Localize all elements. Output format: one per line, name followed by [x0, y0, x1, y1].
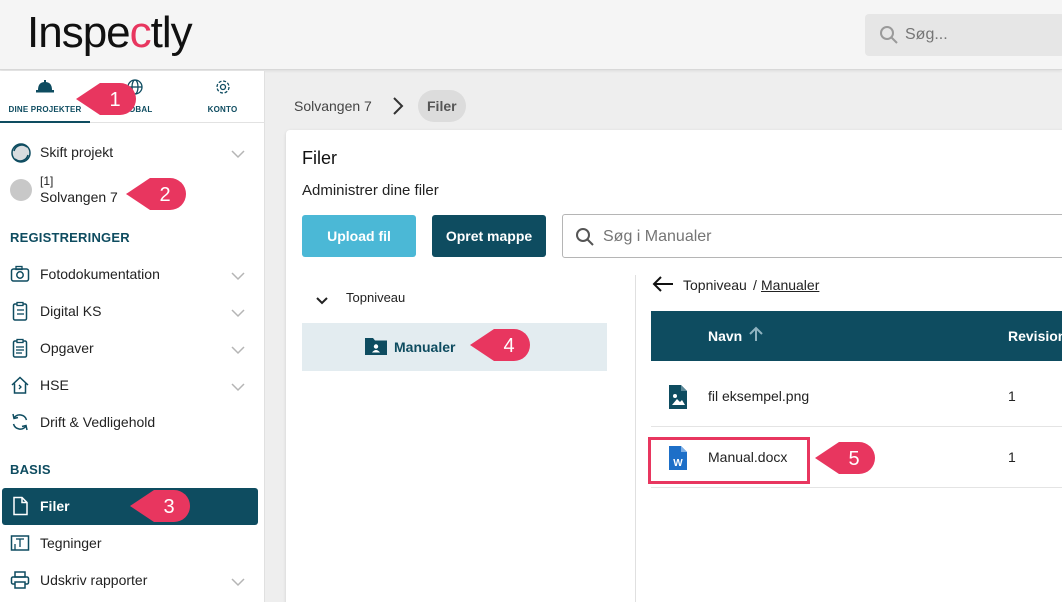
- column-name-header[interactable]: Navn: [708, 328, 742, 344]
- sidebar-item-digital-ks[interactable]: Digital KS: [0, 294, 265, 328]
- chevron-down-icon: [231, 268, 245, 286]
- files-panel: Filer Administrer dine filer Upload fil …: [286, 130, 1062, 602]
- sidebar-item-label: Tegninger: [40, 535, 102, 551]
- sidebar-item-label: Udskriv rapporter: [40, 572, 148, 588]
- sidebar-item-label: Drift & Vedligehold: [40, 414, 156, 430]
- page-subtitle: Administrer dine filer: [302, 182, 439, 199]
- global-search[interactable]: [865, 14, 1062, 56]
- house-icon: [10, 375, 30, 395]
- callout-number: 4: [503, 335, 515, 357]
- printer-icon: [10, 570, 30, 590]
- chevron-down-icon: [316, 293, 328, 308]
- path-root[interactable]: Topniveau: [683, 277, 747, 293]
- callout-2: 2: [124, 175, 186, 213]
- callout-number: 1: [109, 89, 121, 111]
- folder-search[interactable]: [562, 214, 1062, 258]
- create-folder-button[interactable]: Opret mappe: [432, 215, 546, 257]
- table-row[interactable]: fil eksempel.png 1: [651, 367, 1062, 427]
- back-arrow-icon[interactable]: [652, 276, 674, 295]
- image-file-icon: [668, 384, 688, 415]
- callout-number: 2: [159, 184, 171, 206]
- file-revision: 1: [1008, 449, 1016, 465]
- sidebar-item-udskriv-rapporter[interactable]: Udskriv rapporter: [0, 563, 265, 597]
- page-title: Filer: [302, 148, 337, 168]
- folder-search-input[interactable]: [603, 224, 1003, 250]
- tree-root-label: Topniveau: [346, 290, 406, 305]
- inspectly-logo[interactable]: Inspectly: [27, 8, 193, 58]
- project-number: [1]: [40, 174, 54, 188]
- project-name: Solvangen 7: [40, 189, 118, 205]
- sort-arrow-up-icon[interactable]: [749, 326, 763, 347]
- sidebar-item-hse[interactable]: HSE: [0, 368, 265, 402]
- tab-konto[interactable]: KONTO: [180, 71, 265, 123]
- callout-number: 3: [163, 496, 175, 518]
- tree-folder-label: Manualer: [394, 339, 456, 355]
- drawing-icon: [10, 533, 30, 553]
- clipboard-icon: [10, 301, 30, 321]
- file-name[interactable]: fil eksempel.png: [708, 388, 809, 404]
- switch-project-label: Skift projekt: [40, 144, 114, 160]
- camera-icon: [10, 264, 30, 284]
- global-search-input[interactable]: [905, 22, 1055, 48]
- app-header: Inspectly: [0, 0, 1062, 70]
- tree-divider: [635, 275, 636, 602]
- tab-label: KONTO: [207, 105, 238, 114]
- project-avatar: [10, 179, 32, 201]
- sidebar-item-label: HSE: [40, 377, 69, 393]
- chevron-down-icon: [231, 305, 245, 323]
- section-basis: BASIS: [10, 462, 51, 477]
- callout-1: 1: [74, 80, 136, 118]
- file-revision: 1: [1008, 388, 1016, 404]
- folder-shared-icon: [364, 336, 388, 361]
- column-revision-header[interactable]: Revision: [1008, 328, 1062, 344]
- callout-number: 5: [848, 448, 860, 470]
- tasks-icon: [10, 338, 30, 358]
- callout-5: 5: [813, 439, 875, 477]
- chevron-down-icon: [231, 574, 245, 592]
- refresh-icon: [10, 412, 30, 432]
- sidebar-item-fotodokumentation[interactable]: Fotodokumentation: [0, 257, 265, 291]
- search-icon: [879, 25, 899, 50]
- sidebar-item-label: Fotodokumentation: [40, 266, 160, 282]
- highlight-box: [648, 437, 810, 484]
- breadcrumb-current: Filer: [418, 90, 466, 122]
- path-separator: /: [753, 277, 757, 293]
- chevron-down-icon: [231, 342, 245, 360]
- project-switch-icon: [10, 142, 31, 163]
- breadcrumb-project[interactable]: Solvangen 7: [294, 98, 372, 114]
- callout-3: 3: [128, 487, 190, 525]
- sidebar-item-tegninger[interactable]: Tegninger: [0, 526, 265, 560]
- table-header: Navn Revision: [651, 311, 1062, 361]
- chevron-right-icon: [392, 96, 404, 121]
- sidebar-item-label: Opgaver: [40, 340, 94, 356]
- gear-icon: [215, 79, 231, 100]
- sidebar-item-drift-vedligehold[interactable]: Drift & Vedligehold: [0, 405, 265, 439]
- switch-project[interactable]: Skift projekt: [0, 135, 265, 169]
- sidebar-item-label: Filer: [40, 498, 70, 514]
- search-icon: [575, 227, 595, 252]
- upload-file-button[interactable]: Upload fil: [302, 215, 416, 257]
- callout-4: 4: [468, 326, 530, 364]
- file-icon: [10, 496, 30, 516]
- tree-folder-manualer[interactable]: Manualer: [302, 323, 607, 371]
- chevron-down-icon: [231, 146, 245, 164]
- chevron-down-icon: [231, 379, 245, 397]
- path-current[interactable]: Manualer: [761, 277, 819, 293]
- sidebar-item-label: Digital KS: [40, 303, 102, 319]
- hardhat-icon: [36, 79, 54, 98]
- section-registreringer: REGISTRERINGER: [10, 230, 130, 245]
- sidebar-item-opgaver[interactable]: Opgaver: [0, 331, 265, 365]
